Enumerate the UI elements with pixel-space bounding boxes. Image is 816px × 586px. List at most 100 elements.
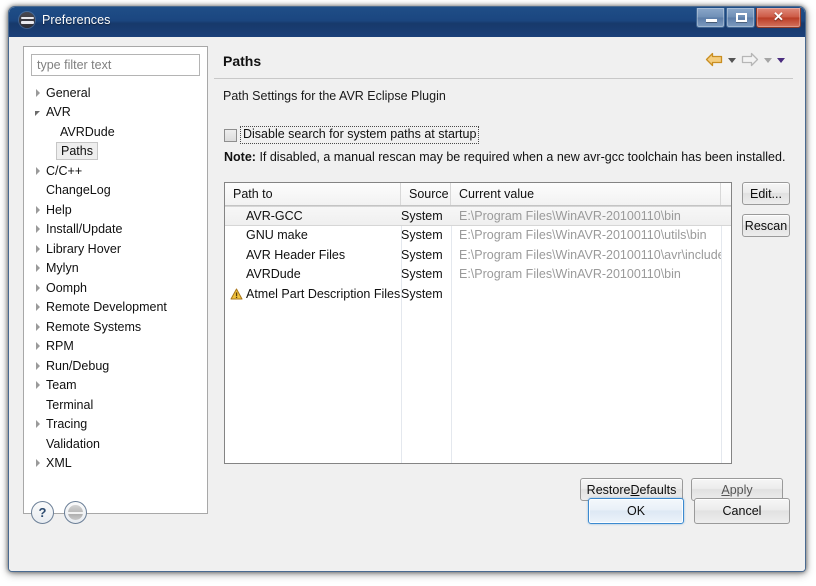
filter-input[interactable] [31,54,200,76]
sidebar-item-avrdude[interactable]: AVRDude [24,122,207,142]
cell-source: System [401,286,443,301]
disable-search-checkbox-row[interactable]: Disable search for system paths at start… [224,126,480,144]
forward-arrow-icon [741,52,759,67]
expand-triangle-icon[interactable] [30,205,45,214]
minimize-button[interactable] [696,8,725,28]
sidebar-item-label: XML [46,456,72,471]
cell-current-value: E:\Program Files\WinAVR-20100110\avr\inc… [459,247,721,262]
sidebar-item-mylyn[interactable]: Mylyn [24,259,207,279]
expand-triangle-icon[interactable] [30,361,45,370]
sidebar-item-label: Tracing [46,417,88,432]
expand-triangle-icon[interactable] [30,381,45,390]
rescan-button[interactable]: Rescan [742,214,790,237]
cell-source: System [401,208,443,223]
column-header-source[interactable]: Source [401,183,451,205]
cell-path-to: AVR Header Files [225,245,401,265]
cell-path-to: AVR-GCC [225,207,401,225]
expand-triangle-icon[interactable] [30,244,45,253]
cell-source: System [401,228,443,243]
sidebar-item-label: Validation [46,436,100,451]
eclipse-disc-icon[interactable] [64,501,87,524]
desktop-background: Preferences ✕ General AVR AVRDude Paths C/C+… [0,0,816,586]
sidebar-item-team[interactable]: Team [24,376,207,396]
table-row[interactable]: AVR Header Files System E:\Program Files\W… [225,245,731,265]
expand-triangle-icon[interactable] [30,303,45,312]
sidebar-item-install-update[interactable]: Install/Update [24,220,207,240]
sidebar-item-label: Oomph [46,280,87,295]
collapse-triangle-icon[interactable] [30,109,45,116]
sidebar-item-changelog[interactable]: ChangeLog [24,181,207,201]
sidebar-item-label: Paths [56,142,98,161]
close-button[interactable]: ✕ [756,8,801,28]
sidebar-item-label: Library Hover [46,241,122,256]
cell-source: System [401,247,443,262]
cell-current-value: E:\Program Files\WinAVR-20100110\bin [459,208,681,223]
preference-tree[interactable]: General AVR AVRDude Paths C/C++ ChangeLog Help… [24,83,207,513]
help-button[interactable]: ? [31,501,54,524]
sidebar-item-xml[interactable]: XML [24,454,207,474]
sidebar-item-help[interactable]: Help [24,200,207,220]
expand-triangle-icon[interactable] [30,420,45,429]
table-row[interactable]: AVRDude System E:\Program Files\WinAVR-201… [225,265,731,285]
sidebar-item-run-debug[interactable]: Run/Debug [24,356,207,376]
sidebar-item-rpm[interactable]: RPM [24,337,207,357]
sidebar-item-label: AVRDude [60,124,115,139]
column-header-current-value[interactable]: Current value [451,183,721,205]
sidebar-item-paths[interactable]: Paths [24,142,207,162]
back-history-dropdown-icon[interactable] [728,58,736,63]
cell-path-to-label: AVR Header Files [246,247,346,262]
page-menu-dropdown-icon[interactable] [777,58,785,63]
sidebar-item-label: AVR [46,105,71,120]
sidebar-item-library-hover[interactable]: Library Hover [24,239,207,259]
table-row[interactable]: Atmel Part Description Files System [225,284,731,304]
sidebar-item-label: Help [46,202,72,217]
column-header-path-to[interactable]: Path to [225,183,401,205]
sidebar-item-label: Remote Development [46,300,167,315]
cell-source: System [401,267,443,282]
cancel-button[interactable]: Cancel [694,498,790,524]
expand-triangle-icon[interactable] [30,459,45,468]
expand-triangle-icon[interactable] [30,225,45,234]
close-icon: ✕ [773,9,784,24]
paths-table[interactable]: Path to Source Current value AVR-GCC Syst… [224,182,732,464]
sidebar-item-oomph[interactable]: Oomph [24,278,207,298]
window-title: Preferences [42,13,111,27]
maximize-button[interactable] [726,8,755,28]
cell-current-value: E:\Program Files\WinAVR-20100110\bin [459,267,681,282]
sidebar-item-c-c[interactable]: C/C++ [24,161,207,181]
edit-button[interactable]: Edit... [742,182,790,205]
sidebar-item-terminal[interactable]: Terminal [24,395,207,415]
cell-current-value: E:\Program Files\WinAVR-20100110\utils\b… [459,228,707,243]
sidebar-item-validation[interactable]: Validation [24,434,207,454]
sidebar-item-general[interactable]: General [24,83,207,103]
page-description: Path Settings for the AVR Eclipse Plugin [223,89,446,103]
table-body: AVR-GCC System E:\Program Files\WinAVR-201… [225,206,731,304]
note-body: If disabled, a manual rescan may be requ… [259,150,786,164]
ok-button[interactable]: OK [588,498,684,524]
preference-tree-panel: General AVR AVRDude Paths C/C++ ChangeLog Help… [23,46,208,514]
dialog-footer: ? OK Cancel [9,487,805,571]
table-row[interactable]: GNU make System E:\Program Files\WinAVR-20… [225,226,731,246]
sidebar-item-label: Install/Update [46,222,123,237]
expand-triangle-icon[interactable] [30,322,45,331]
sidebar-item-remote-development[interactable]: Remote Development [24,298,207,318]
expand-triangle-icon[interactable] [30,342,45,351]
title-bar-left: Preferences [19,12,111,28]
title-bar[interactable]: Preferences ✕ [9,7,805,37]
cell-current-value [451,284,721,304]
sidebar-item-remote-systems[interactable]: Remote Systems [24,317,207,337]
expand-triangle-icon[interactable] [30,283,45,292]
expand-triangle-icon[interactable] [30,264,45,273]
sidebar-item-label: ChangeLog [46,183,111,198]
window-controls: ✕ [695,8,801,30]
table-row[interactable]: AVR-GCC System E:\Program Files\WinAVR-201… [225,206,731,226]
forward-history-dropdown-icon [764,58,772,63]
expand-triangle-icon[interactable] [30,166,45,175]
disable-search-checkbox[interactable] [224,128,237,142]
back-arrow-icon[interactable] [705,52,723,67]
expand-triangle-icon[interactable] [30,88,45,97]
question-mark-icon: ? [38,505,47,520]
cell-path-to: AVRDude [225,265,401,285]
sidebar-item-tracing[interactable]: Tracing [24,415,207,435]
sidebar-item-avr[interactable]: AVR [24,103,207,123]
